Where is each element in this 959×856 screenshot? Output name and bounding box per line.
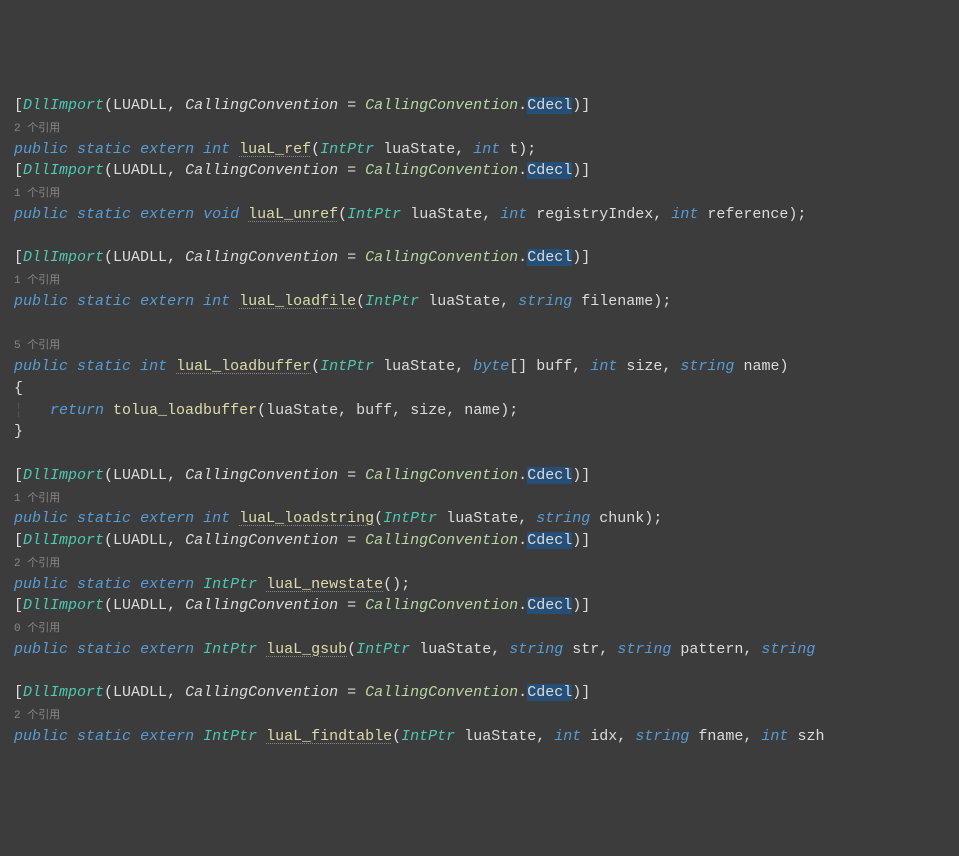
codelens-references[interactable]: 1 个引用 — [14, 493, 60, 505]
attribute-line: [DllImport(LUADLL, CallingConvention = C… — [14, 467, 590, 484]
method-declaration: public static int luaL_loadbuffer(IntPtr… — [14, 358, 788, 375]
attribute-line: [DllImport(LUADLL, CallingConvention = C… — [14, 684, 590, 701]
return-statement: ¦ return tolua_loadbuffer(luaState, buff… — [14, 402, 518, 419]
method-declaration: public static extern IntPtr luaL_newstat… — [14, 576, 410, 593]
method-declaration: public static extern void luaL_unref(Int… — [14, 206, 806, 223]
codelens-references[interactable]: 1 个引用 — [14, 275, 60, 287]
attribute-line: [DllImport(LUADLL, CallingConvention = C… — [14, 597, 590, 614]
codelens-references[interactable]: 0 个引用 — [14, 623, 60, 635]
attribute-line: [DllImport(LUADLL, CallingConvention = C… — [14, 249, 590, 266]
method-declaration: public static extern IntPtr luaL_gsub(In… — [14, 641, 824, 658]
codelens-references[interactable]: 2 个引用 — [14, 123, 60, 135]
attribute-line: [DllImport(LUADLL, CallingConvention = C… — [14, 532, 590, 549]
codelens-references[interactable]: 2 个引用 — [14, 558, 60, 570]
codelens-references[interactable]: 2 个引用 — [14, 710, 60, 722]
codelens-references[interactable]: 1 个引用 — [14, 188, 60, 200]
attribute-line: [DllImport(LUADLL, CallingConvention = C… — [14, 97, 590, 114]
method-declaration: public static extern int luaL_loadfile(I… — [14, 293, 671, 310]
code-editor[interactable]: [DllImport(LUADLL, CallingConvention = C… — [14, 95, 945, 748]
codelens-references[interactable]: 5 个引用 — [14, 340, 60, 352]
method-declaration: public static extern IntPtr luaL_findtab… — [14, 728, 824, 745]
attribute-line: [DllImport(LUADLL, CallingConvention = C… — [14, 162, 590, 179]
brace-open: { — [14, 380, 23, 397]
method-declaration: public static extern int luaL_ref(IntPtr… — [14, 141, 536, 158]
brace-close: } — [14, 423, 23, 440]
method-declaration: public static extern int luaL_loadstring… — [14, 510, 662, 527]
